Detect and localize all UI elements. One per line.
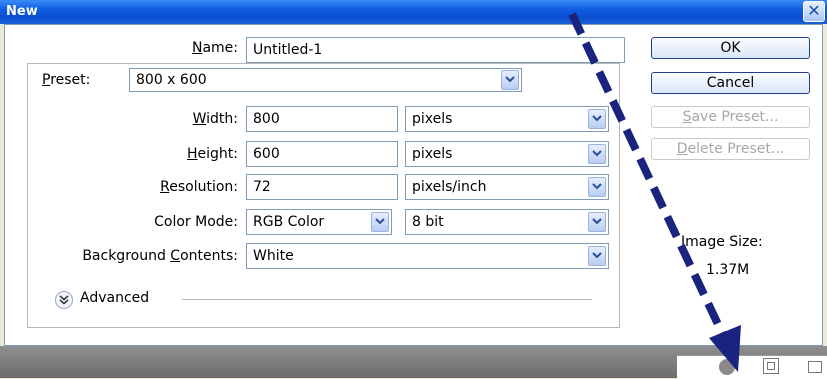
- resolution-input[interactable]: 72: [246, 174, 398, 200]
- expand-chevrons-icon: [59, 295, 69, 305]
- chevron-down-icon: [592, 252, 602, 259]
- square-mode-icon[interactable]: [763, 358, 779, 374]
- width-unit-dropdown-button[interactable]: [588, 109, 606, 129]
- delete-preset-button[interactable]: Delete Preset...: [651, 138, 810, 160]
- color-mode-label: Color Mode:: [154, 214, 238, 230]
- bit-depth-select[interactable]: 8 bit: [405, 209, 609, 235]
- window-title: New: [6, 4, 38, 19]
- resolution-unit-dropdown-button[interactable]: [588, 177, 606, 197]
- bit-depth-dropdown-button[interactable]: [588, 212, 606, 232]
- name-label: Name:: [191, 40, 238, 56]
- chevron-down-icon: [592, 115, 602, 122]
- title-bar: New ✕: [0, 0, 827, 24]
- ok-button[interactable]: OK: [651, 37, 810, 59]
- chevron-down-icon: [592, 150, 602, 157]
- color-mode-dropdown-button[interactable]: [371, 212, 389, 232]
- status-panel: [677, 355, 827, 379]
- color-mode-select[interactable]: RGB Color: [246, 209, 392, 235]
- width-input[interactable]: 800: [246, 106, 398, 132]
- preset-dropdown-button[interactable]: [501, 70, 519, 90]
- advanced-toggle[interactable]: [55, 291, 73, 309]
- height-unit-select[interactable]: pixels: [405, 141, 609, 167]
- resolution-label: Resolution:: [160, 179, 238, 195]
- cancel-button[interactable]: Cancel: [651, 72, 810, 94]
- chevron-down-icon: [592, 218, 602, 225]
- resolution-unit-select[interactable]: pixels/inch: [405, 174, 609, 200]
- width-unit-select[interactable]: pixels: [405, 106, 609, 132]
- background-contents-select[interactable]: White: [246, 243, 609, 269]
- chevron-down-icon: [505, 76, 515, 83]
- image-size-value: 1.37M: [706, 262, 750, 278]
- background-contents-label: Background Contents:: [82, 248, 238, 264]
- advanced-label[interactable]: Advanced: [80, 290, 149, 306]
- screen-mode-icon[interactable]: [808, 361, 822, 373]
- preset-select[interactable]: 800 x 600: [129, 68, 522, 92]
- close-button[interactable]: ✕: [803, 1, 825, 22]
- preset-label: Preset:: [36, 72, 95, 88]
- height-unit-dropdown-button[interactable]: [588, 144, 606, 164]
- close-icon: ✕: [807, 1, 821, 20]
- background-contents-dropdown-button[interactable]: [588, 246, 606, 266]
- advanced-divider: [182, 299, 592, 300]
- circle-icon[interactable]: [719, 359, 735, 375]
- height-label: Height:: [187, 146, 238, 162]
- image-size-label: Image Size:: [681, 234, 763, 250]
- save-preset-button[interactable]: Save Preset...: [651, 106, 810, 128]
- chevron-down-icon: [592, 183, 602, 190]
- chevron-down-icon: [375, 218, 385, 225]
- name-input[interactable]: Untitled-1: [246, 37, 625, 63]
- width-label: Width:: [192, 111, 238, 127]
- height-input[interactable]: 600: [246, 141, 398, 167]
